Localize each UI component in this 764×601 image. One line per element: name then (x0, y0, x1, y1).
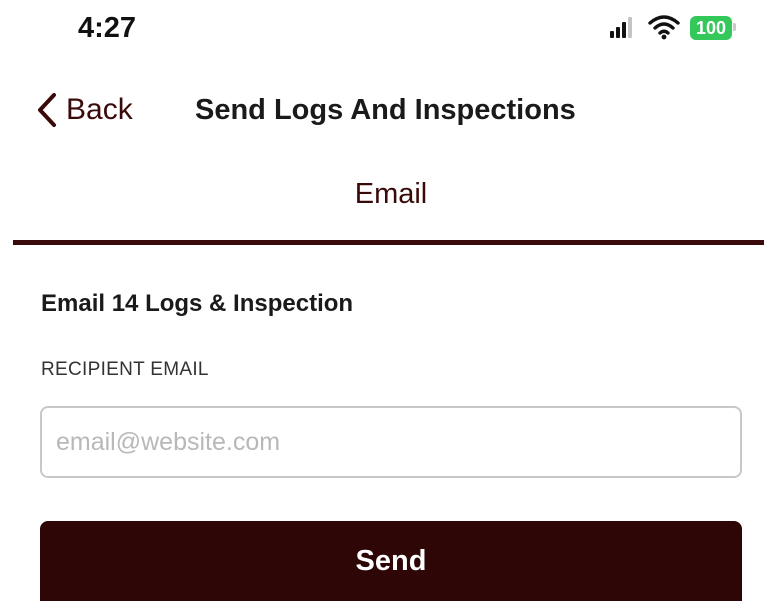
battery-nub (733, 23, 736, 31)
battery-icon: 100 (690, 16, 732, 40)
send-button[interactable]: Send (40, 521, 742, 601)
status-bar: 4:27 100 (0, 0, 764, 60)
wifi-icon (648, 15, 680, 40)
tab-indicator (13, 240, 764, 245)
status-time: 4:27 (78, 12, 137, 44)
section-heading: Email 14 Logs & Inspection (41, 290, 354, 317)
page-title: Send Logs And Inspections (195, 94, 576, 126)
status-icons: 100 (610, 14, 740, 44)
cellular-signal-icon (610, 17, 632, 38)
recipient-email-label: RECIPIENT EMAIL (41, 359, 209, 380)
battery-level: 100 (695, 18, 727, 38)
recipient-email-input[interactable] (40, 406, 742, 478)
navigation-bar: Back Send Logs And Inspections (0, 80, 764, 140)
back-label: Back (66, 93, 133, 126)
chevron-left-icon (38, 93, 56, 127)
tab-email[interactable]: Email (0, 178, 764, 211)
back-button[interactable]: Back (36, 90, 133, 130)
